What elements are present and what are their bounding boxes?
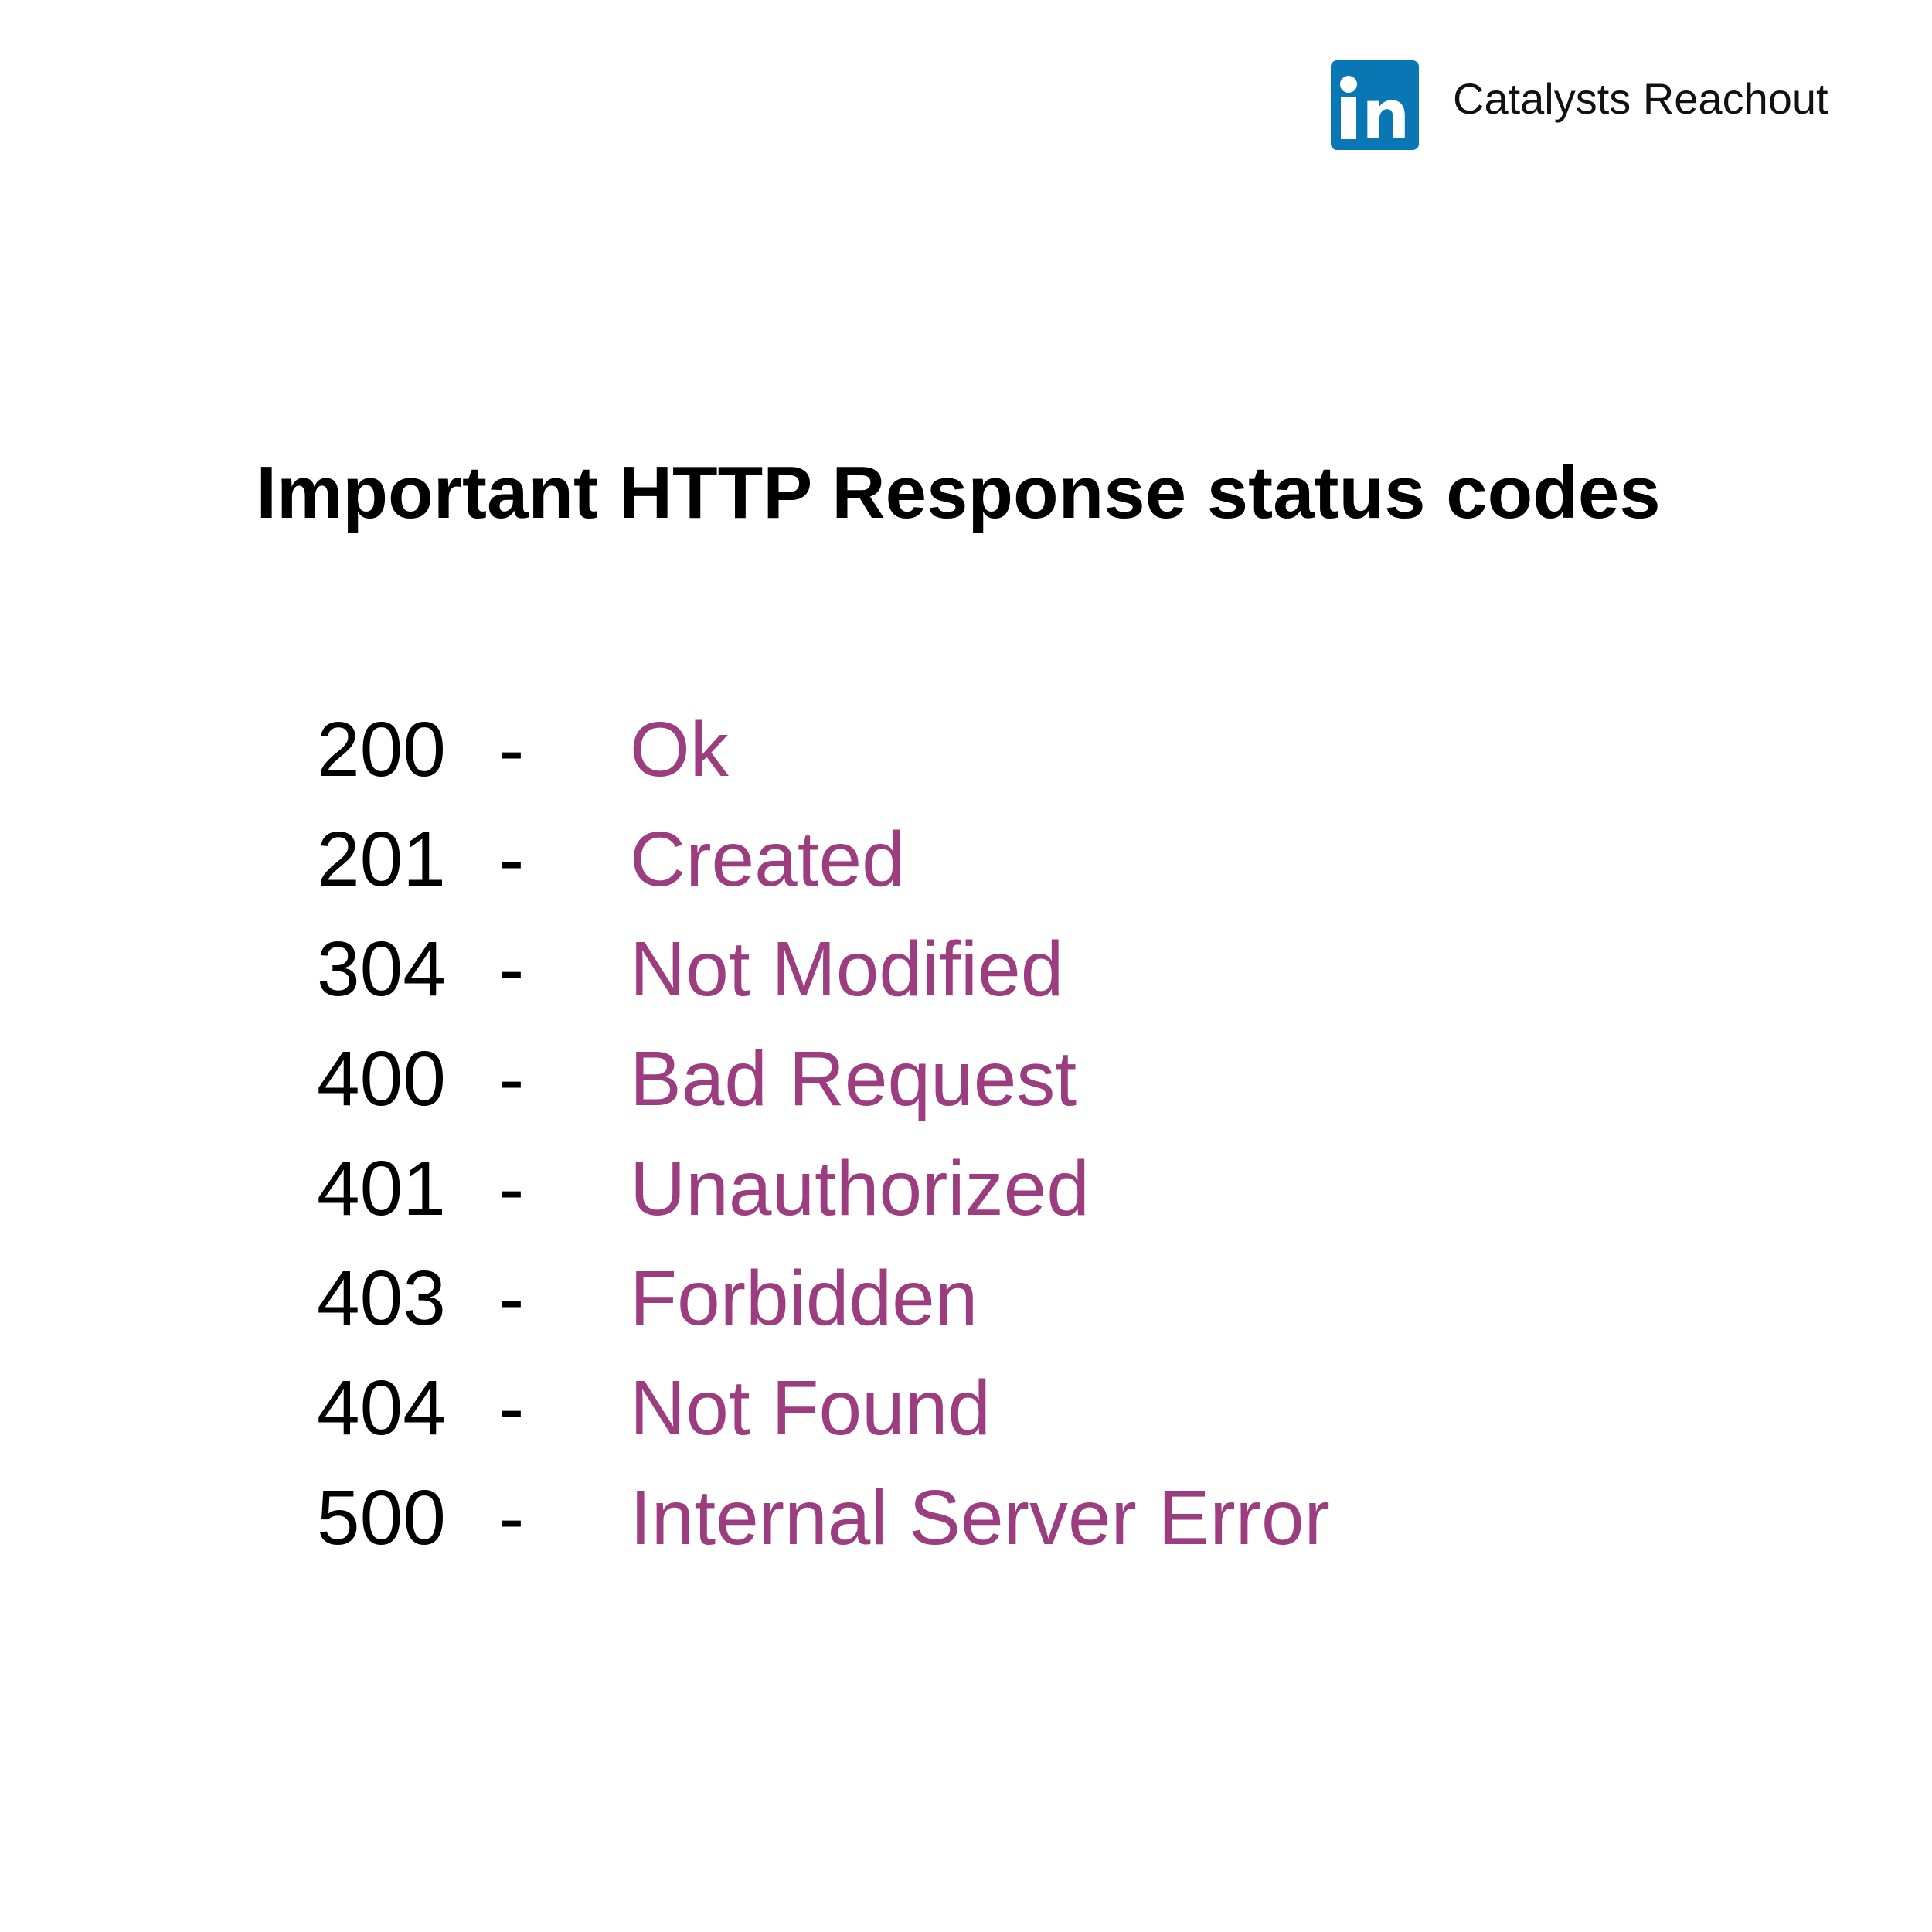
status-code: 404	[317, 1365, 446, 1451]
separator: -	[498, 1036, 525, 1122]
status-code-row: 404- Not Found	[0, 1369, 1546, 1470]
logo-dot	[1340, 76, 1357, 93]
status-code: 304	[317, 926, 446, 1012]
status-code-row: 200- Ok	[0, 711, 1546, 811]
logo-stem	[1341, 97, 1356, 139]
status-code: 401	[317, 1145, 446, 1232]
status-description: Created	[630, 816, 905, 903]
status-code: 200	[317, 706, 446, 793]
separator: -	[498, 706, 525, 793]
status-code: 500	[317, 1475, 446, 1561]
status-description: Forbidden	[630, 1255, 978, 1342]
linkedin-icon: n	[1331, 60, 1419, 150]
status-description: Not Modified	[630, 926, 1064, 1012]
status-code-row: 304- Not Modified	[0, 930, 1546, 1031]
status-code: 201	[317, 816, 446, 903]
status-code-row: 400- Bad Request	[0, 1040, 1546, 1141]
logo-n: n	[1362, 75, 1410, 155]
status-code-row: 403- Forbidden	[0, 1260, 1546, 1360]
status-code: 400	[317, 1036, 446, 1122]
status-description: Not Found	[630, 1365, 991, 1451]
separator: -	[498, 926, 525, 1012]
status-code: 403	[317, 1255, 446, 1342]
page-title: Important HTTP Response status codes	[256, 451, 1661, 534]
status-description: Bad Request	[630, 1036, 1077, 1122]
separator: -	[498, 1145, 525, 1232]
separator: -	[498, 816, 525, 903]
status-description: Internal Server Error	[630, 1475, 1330, 1561]
status-code-row: 401- Unauthorized	[0, 1150, 1546, 1250]
status-description: Unauthorized	[630, 1145, 1090, 1232]
separator: -	[498, 1475, 525, 1561]
separator: -	[498, 1365, 525, 1451]
status-description: Ok	[630, 706, 729, 793]
status-code-row: 201- Created	[0, 821, 1546, 921]
brand-name: Catalysts Reachout	[1453, 74, 1828, 123]
status-code-row: 500- Internal Server Error	[0, 1479, 1546, 1580]
separator: -	[498, 1255, 525, 1342]
